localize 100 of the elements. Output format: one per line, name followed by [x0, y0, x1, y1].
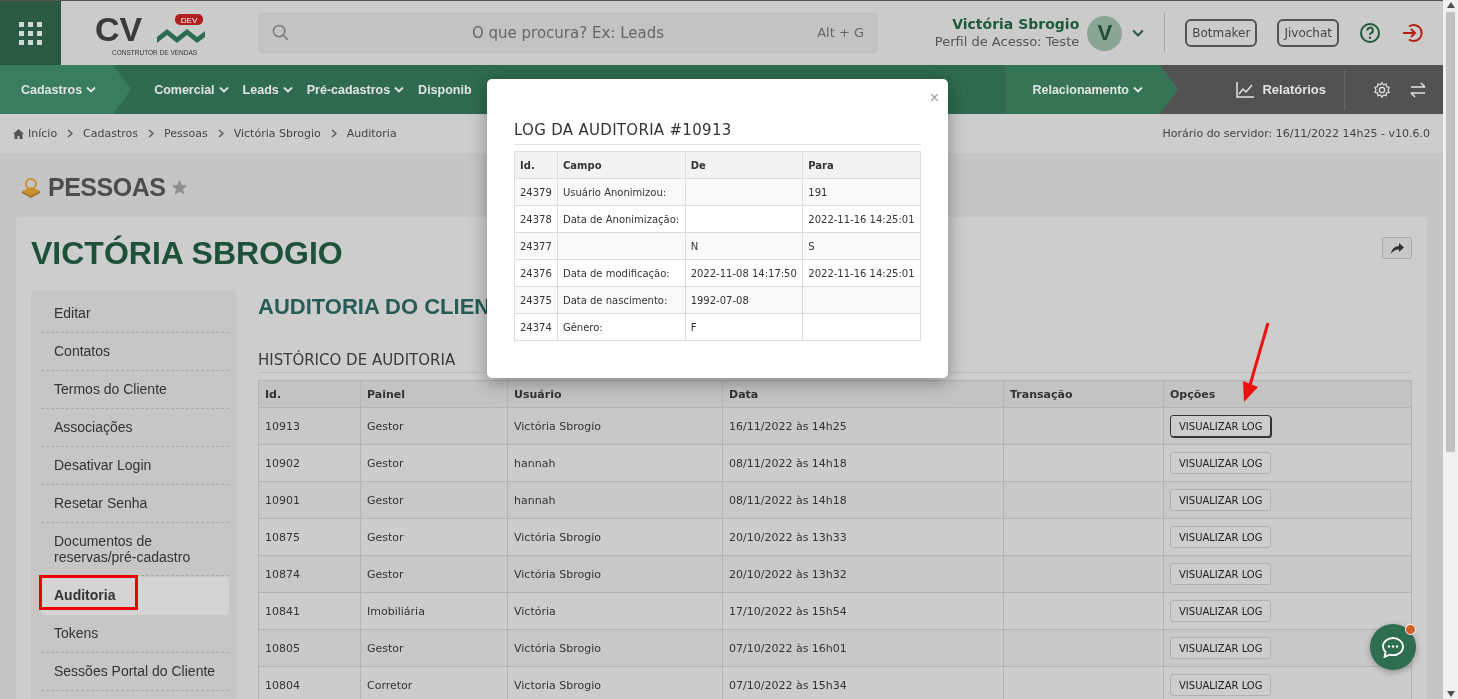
table-cell: 10805 [258, 629, 361, 667]
view-log-button[interactable]: VISUALIZAR LOG [1170, 563, 1272, 585]
sidebar-item[interactable]: Termos do Cliente [41, 371, 229, 409]
nav-menu-item[interactable]: Disponib [411, 65, 479, 114]
table-cell: 07/10/2022 às 15h34 [722, 666, 1004, 699]
table-cell: Imobiliária [360, 592, 508, 630]
table-cell: 17/10/2022 às 15h54 [722, 592, 1004, 630]
search-icon [272, 24, 289, 41]
view-log-button[interactable]: VISUALIZAR LOG [1170, 526, 1272, 548]
sidebar-item[interactable]: Tokens [41, 615, 229, 653]
column-header: Campo [557, 151, 686, 179]
scrollbar[interactable] [1443, 0, 1458, 699]
share-button[interactable] [1382, 237, 1412, 259]
table-cell: Victória [507, 592, 723, 630]
modal-title: LOG DA AUDITORIA #10913 [514, 121, 921, 145]
header-button[interactable]: Jivochat [1277, 19, 1339, 47]
table-cell: Victória Sbrogio [507, 629, 723, 667]
grid-icon [19, 21, 42, 45]
nav-menu-item[interactable]: Leads [235, 65, 300, 114]
table-cell: 10874 [258, 555, 361, 593]
table-cell: Gestor [360, 444, 508, 482]
table-cell: Usuário Anonimizou: [557, 178, 686, 206]
nav-menu-item[interactable]: Comercial [147, 65, 236, 114]
table-cell: Corretor [360, 666, 508, 699]
sidebar-item[interactable]: Associações [41, 409, 229, 447]
column-header: De [685, 151, 803, 179]
nav-menu-item[interactable]: Relacionamento [1005, 65, 1178, 114]
table-cell: 24374 [514, 313, 558, 341]
apps-menu-button[interactable] [0, 1, 61, 65]
sidebar-item[interactable]: Desativar Login [41, 447, 229, 485]
sidebar-item[interactable]: Contatos [41, 333, 229, 371]
sidebar-item[interactable]: Resetar Senha [41, 485, 229, 523]
star-icon[interactable] [171, 178, 189, 196]
breadcrumb-link[interactable]: Pessoas [164, 127, 208, 140]
table-cell: Victória Sbrogio [507, 407, 723, 445]
view-log-button[interactable]: VISUALIZAR LOG [1170, 600, 1272, 622]
swap-arrows-icon[interactable] [1409, 80, 1427, 99]
breadcrumb-link[interactable]: Auditoria [346, 127, 397, 140]
table-cell: Gestor [360, 407, 508, 445]
breadcrumb-home-link[interactable]: Início [13, 127, 58, 140]
logout-icon[interactable] [1401, 22, 1423, 44]
table-cell: 08/11/2022 às 14h18 [722, 444, 1004, 482]
sidebar-item[interactable]: Editar [41, 295, 229, 333]
share-arrow-icon [1390, 242, 1404, 254]
table-cell: Data de modificação: [557, 259, 686, 287]
view-log-button[interactable]: VISUALIZAR LOG [1170, 637, 1272, 659]
header-button[interactable]: Botmaker [1185, 19, 1258, 47]
user-name: Victória Sbrogio [951, 16, 1080, 33]
view-log-button[interactable]: VISUALIZAR LOG [1170, 415, 1272, 437]
help-icon[interactable] [1359, 22, 1381, 44]
table-cell: 2022-11-08 14:17:50 [685, 259, 803, 287]
table-cell: 20/10/2022 às 13h32 [722, 555, 1004, 593]
table-cell: Gestor [360, 518, 508, 556]
chevron-down-icon[interactable] [1132, 29, 1145, 37]
table-cell: Gestor [360, 629, 508, 667]
scrollbar-thumb[interactable] [1446, 12, 1455, 452]
table-cell: 191 [802, 178, 921, 206]
column-header: Transação [1003, 380, 1164, 408]
table-cell: 08/11/2022 às 14h18 [722, 481, 1004, 519]
table-cell: 10804 [258, 666, 361, 699]
chevron-right-icon [148, 129, 155, 138]
table-cell: 24379 [514, 178, 558, 206]
table-cell: Gênero: [557, 313, 686, 341]
view-log-button[interactable]: VISUALIZAR LOG [1170, 452, 1272, 474]
nav-menu-item[interactable]: Cadastros [0, 65, 132, 114]
column-header: Usuário [507, 380, 723, 408]
person-name: VICTÓRIA SBROGIO [31, 234, 343, 272]
table-cell: N [685, 232, 803, 260]
table-cell: 1992-07-08 [685, 286, 803, 314]
home-icon [13, 128, 24, 139]
column-header: Id. [258, 380, 361, 408]
chevron-right-icon [217, 129, 224, 138]
sidebar-item[interactable]: Auditoria [41, 577, 229, 615]
table-cell: hannah [507, 481, 723, 519]
table-cell: 07/10/2022 às 16h01 [722, 629, 1004, 667]
table-cell: 16/11/2022 às 14h25 [722, 407, 1004, 445]
chevron-right-icon [330, 129, 337, 138]
table-cell: 10913 [258, 407, 361, 445]
table-cell: 24377 [514, 232, 558, 260]
nav-menu-item[interactable]: Pré-cadastros [299, 65, 412, 114]
table-cell: Gestor [360, 555, 508, 593]
table-cell: 24376 [514, 259, 558, 287]
table-cell: Data de nascimento: [557, 286, 686, 314]
column-header: Id. [514, 151, 558, 179]
table-cell: S [802, 232, 921, 260]
reports-link[interactable]: Relatórios [1236, 81, 1326, 98]
view-log-button[interactable]: VISUALIZAR LOG [1170, 674, 1272, 696]
sidebar-item[interactable]: Sessões Portal do Cliente [41, 653, 229, 691]
chat-bubble-icon [1381, 636, 1405, 658]
sidebar-item[interactable]: Documentos de reservas/pré-cadastro [41, 523, 229, 576]
chevron-down-icon [218, 86, 229, 93]
table-cell: Victoria Sbrogio [507, 666, 723, 699]
breadcrumb-link[interactable]: Victória Sbrogio [233, 127, 321, 140]
chevron-down-icon [1133, 86, 1143, 93]
scroll-up-icon[interactable] [1446, 2, 1455, 8]
avatar[interactable]: V [1087, 15, 1123, 51]
scroll-down-icon[interactable] [1446, 691, 1455, 697]
settings-icon[interactable] [1373, 80, 1391, 99]
view-log-button[interactable]: VISUALIZAR LOG [1170, 489, 1272, 511]
breadcrumb-link[interactable]: Cadastros [83, 127, 139, 140]
